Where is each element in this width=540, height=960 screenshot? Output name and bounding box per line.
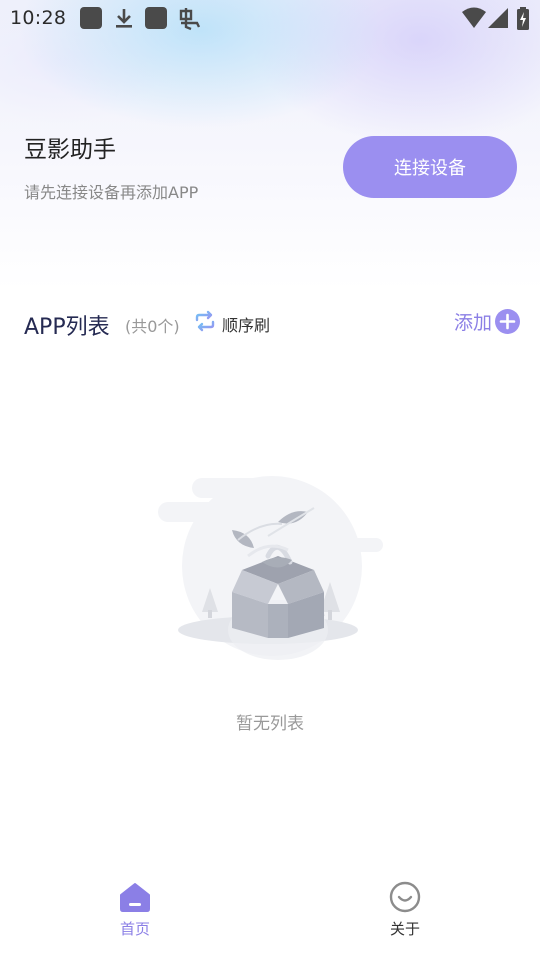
notification-square-icon bbox=[80, 7, 102, 29]
smile-icon bbox=[389, 881, 421, 913]
app-title: 豆影助手 bbox=[24, 137, 116, 163]
nav-item-home[interactable]: 首页 bbox=[75, 880, 195, 939]
home-icon bbox=[120, 883, 150, 912]
nav-item-label: 首页 bbox=[119, 920, 150, 938]
add-app-button[interactable]: 添加 bbox=[454, 308, 520, 335]
nav-item-about[interactable]: 关于 bbox=[345, 880, 465, 939]
status-bar: 10:28 bbox=[0, 0, 540, 36]
app-list-title: APP列表 bbox=[24, 315, 110, 340]
download-icon bbox=[116, 9, 132, 28]
add-app-label: 添加 bbox=[453, 312, 492, 334]
bug-icon bbox=[179, 8, 201, 31]
notification-square-icon bbox=[145, 7, 167, 29]
app-list-header: APP列表 (共0个) 顺序刷 添加 bbox=[24, 306, 520, 340]
app-subtitle: 请先连接设备再添加APP bbox=[24, 183, 199, 202]
connect-device-button[interactable]: 连接设备 bbox=[343, 136, 517, 198]
empty-box-illustration bbox=[158, 476, 383, 660]
app-list-count: (共0个) bbox=[125, 317, 180, 336]
empty-list-text: 暂无列表 bbox=[236, 714, 304, 734]
nav-item-label: 关于 bbox=[389, 920, 420, 938]
battery-charging-icon bbox=[517, 7, 529, 30]
plus-circle-icon bbox=[495, 309, 520, 334]
bottom-nav: 首页 关于 bbox=[0, 880, 540, 960]
wifi-icon bbox=[462, 7, 486, 28]
signal-icon bbox=[488, 8, 508, 28]
order-brush-label[interactable]: 顺序刷 bbox=[222, 312, 270, 336]
status-time: 10:28 bbox=[10, 7, 67, 29]
repeat-icon[interactable] bbox=[194, 310, 216, 332]
